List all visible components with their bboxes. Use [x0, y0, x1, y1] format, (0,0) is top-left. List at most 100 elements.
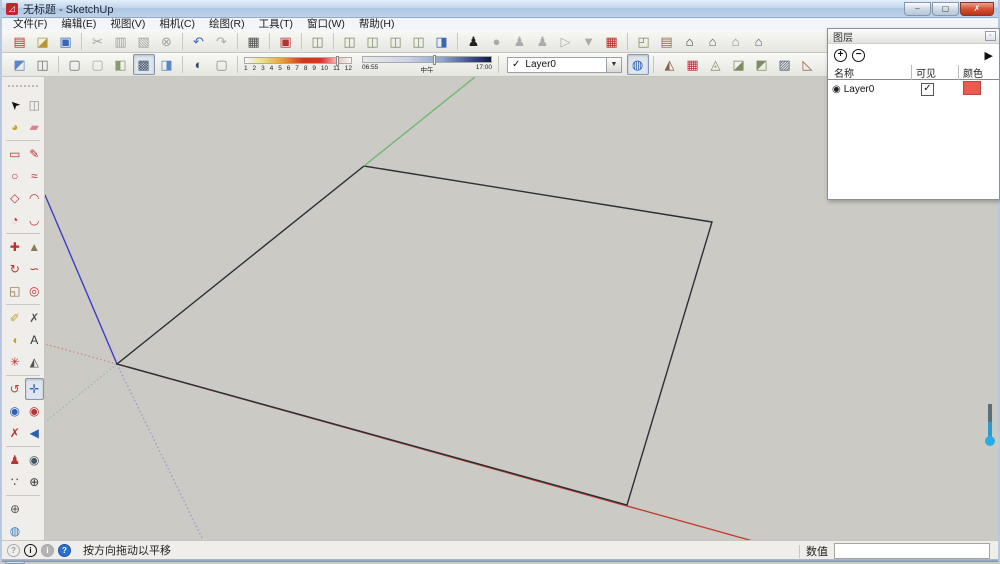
turn-around-icon[interactable]: ⊕ — [25, 471, 45, 493]
follow-me-icon[interactable]: ∽ — [25, 258, 45, 280]
look-around-icon[interactable]: ◉ — [25, 449, 45, 471]
component-book-icon[interactable]: ▤ — [656, 31, 678, 52]
offset-icon[interactable]: ◎ — [25, 280, 45, 302]
eraser-icon[interactable]: ▰ — [25, 116, 45, 138]
undo-icon[interactable]: ↶ — [188, 31, 210, 52]
freehand-icon[interactable]: ≈ — [25, 165, 45, 187]
cone-tool-icon[interactable]: ▷ — [555, 31, 577, 52]
open-folder-icon[interactable]: ◪ — [32, 31, 54, 52]
shadow-time-slider[interactable] — [362, 56, 492, 63]
red-grid-box-icon[interactable]: ▦ — [601, 31, 623, 52]
box-olive-4-icon[interactable]: ◫ — [408, 31, 430, 52]
model-face[interactable] — [117, 166, 712, 505]
date-slider-handle[interactable] — [336, 56, 339, 66]
save-icon[interactable]: ▣ — [55, 31, 77, 52]
shadow-toggle-icon[interactable]: ▢ — [211, 54, 233, 75]
print-icon[interactable]: ▦ — [243, 31, 265, 52]
remove-layer-button[interactable]: − — [852, 49, 865, 62]
sphere-tool-icon[interactable]: ● — [486, 31, 508, 52]
text-3d-icon[interactable]: ◭ — [25, 351, 45, 373]
house-solid-icon[interactable]: ⌂ — [679, 31, 701, 52]
box-blue-icon[interactable]: ◨ — [431, 31, 453, 52]
menu-item-6[interactable]: 窗口(W) — [300, 18, 352, 30]
tape-measure-icon[interactable]: ✐ — [5, 307, 25, 329]
measurement-input[interactable] — [834, 543, 990, 559]
shaded-with-textures-icon[interactable]: ▩ — [133, 54, 155, 75]
visible-checkbox[interactable]: ✓ — [921, 83, 934, 96]
position-camera-icon[interactable]: ♟ — [5, 449, 25, 471]
box-olive-2-icon[interactable]: ◫ — [362, 31, 384, 52]
menu-item-7[interactable]: 帮助(H) — [352, 18, 402, 30]
house-box-icon[interactable]: ⌂ — [702, 31, 724, 52]
palette-grip[interactable] — [8, 85, 38, 91]
share-model-icon[interactable]: ◰ — [633, 31, 655, 52]
arc-2-icon[interactable]: ◡ — [25, 209, 45, 231]
menu-item-5[interactable]: 工具(T) — [252, 18, 300, 30]
interact-icon[interactable]: ♟ — [463, 31, 485, 52]
sign-in-icon[interactable]: i — [41, 544, 54, 557]
polygon-icon[interactable]: ◇ — [5, 187, 25, 209]
redo-icon[interactable]: ↷ — [211, 31, 233, 52]
help-icon[interactable]: ? — [58, 544, 71, 557]
funnel-tool-icon[interactable]: ▼ — [578, 31, 600, 52]
arc-icon[interactable]: ◠ — [25, 187, 45, 209]
wireframe-icon[interactable]: ▢ — [64, 54, 86, 75]
zoom-icon[interactable]: ◉ — [5, 400, 25, 422]
copy-icon[interactable]: ▥ — [110, 31, 132, 52]
layer-combo-arrow[interactable]: ▼ — [607, 57, 622, 73]
restore-button[interactable]: ▢ — [932, 2, 959, 16]
smoove-icon[interactable]: ◬ — [705, 54, 727, 75]
layer-color-swatch[interactable] — [963, 81, 981, 95]
stamp-icon[interactable]: ◪ — [728, 54, 750, 75]
make-component-tb-icon[interactable]: ◫ — [307, 31, 329, 52]
figures-2-icon[interactable]: ♟ — [532, 31, 554, 52]
active-layer-radio[interactable]: ◉ — [832, 84, 841, 95]
flip-edge-icon[interactable]: ◺ — [797, 54, 819, 75]
walk-icon[interactable]: ∵ — [5, 471, 25, 493]
orbit-icon[interactable]: ↺ — [5, 378, 25, 400]
layers-panel-titlebar[interactable]: 图层 ▫ — [828, 29, 999, 44]
close-button[interactable]: ✗ — [960, 2, 994, 16]
add-layer-button[interactable]: + — [834, 49, 847, 62]
rotate-icon[interactable]: ↻ — [5, 258, 25, 280]
view-tool-1-icon[interactable]: ⊕ — [5, 498, 25, 520]
layer-row[interactable]: ◉Layer0 ✓ — [828, 80, 999, 98]
protractor-icon[interactable]: ◖ — [5, 329, 25, 351]
layer-name[interactable]: Layer0 — [844, 84, 875, 95]
axes-icon[interactable]: ✳ — [5, 351, 25, 373]
hidden-line-icon[interactable]: ▢ — [87, 54, 109, 75]
geolocation-icon[interactable]: ? — [7, 544, 20, 557]
previous-view-icon[interactable]: ◀ — [25, 422, 45, 444]
menu-item-2[interactable]: 视图(V) — [103, 18, 152, 30]
box-olive-3-icon[interactable]: ◫ — [385, 31, 407, 52]
line-icon[interactable]: ✎ — [25, 143, 45, 165]
add-detail-icon[interactable]: ▨ — [774, 54, 796, 75]
layer-manager-icon[interactable]: ◍ — [627, 54, 649, 75]
from-contours-icon[interactable]: ◭ — [659, 54, 681, 75]
move-icon[interactable]: ✚ — [5, 236, 25, 258]
zoom-extents-icon[interactable]: ✗ — [5, 422, 25, 444]
new-file-icon[interactable]: ▤ — [9, 31, 31, 52]
from-scratch-icon[interactable]: ▦ — [682, 54, 704, 75]
delete-icon[interactable]: ⊗ — [156, 31, 178, 52]
cut-icon[interactable]: ✂ — [87, 31, 109, 52]
dimension-icon[interactable]: ✗ — [25, 307, 45, 329]
monochrome-icon[interactable]: ◨ — [156, 54, 178, 75]
circle-icon[interactable]: ○ — [5, 165, 25, 187]
figures-1-icon[interactable]: ♟ — [509, 31, 531, 52]
minimize-button[interactable]: – — [904, 2, 931, 16]
shadow-date-slider[interactable] — [244, 57, 352, 64]
shaded-icon[interactable]: ◧ — [110, 54, 132, 75]
push-pull-icon[interactable]: ▲ — [25, 236, 45, 258]
pie-icon[interactable]: ◔ — [5, 209, 25, 231]
menu-item-3[interactable]: 相机(C) — [152, 18, 202, 30]
house-outline-icon[interactable]: ⌂ — [725, 31, 747, 52]
warehouse-icon[interactable]: ⌂ — [748, 31, 770, 52]
paint-bucket-icon[interactable]: ◕ — [5, 116, 25, 138]
time-slider-handle[interactable] — [433, 55, 436, 65]
layer-combo[interactable]: ✓ Layer0 — [507, 57, 607, 73]
menu-item-4[interactable]: 绘图(R) — [202, 18, 252, 30]
shadow-dialog-icon[interactable]: ◐ — [188, 54, 210, 75]
text-icon[interactable]: A — [25, 329, 45, 351]
menu-item-0[interactable]: 文件(F) — [6, 18, 54, 30]
